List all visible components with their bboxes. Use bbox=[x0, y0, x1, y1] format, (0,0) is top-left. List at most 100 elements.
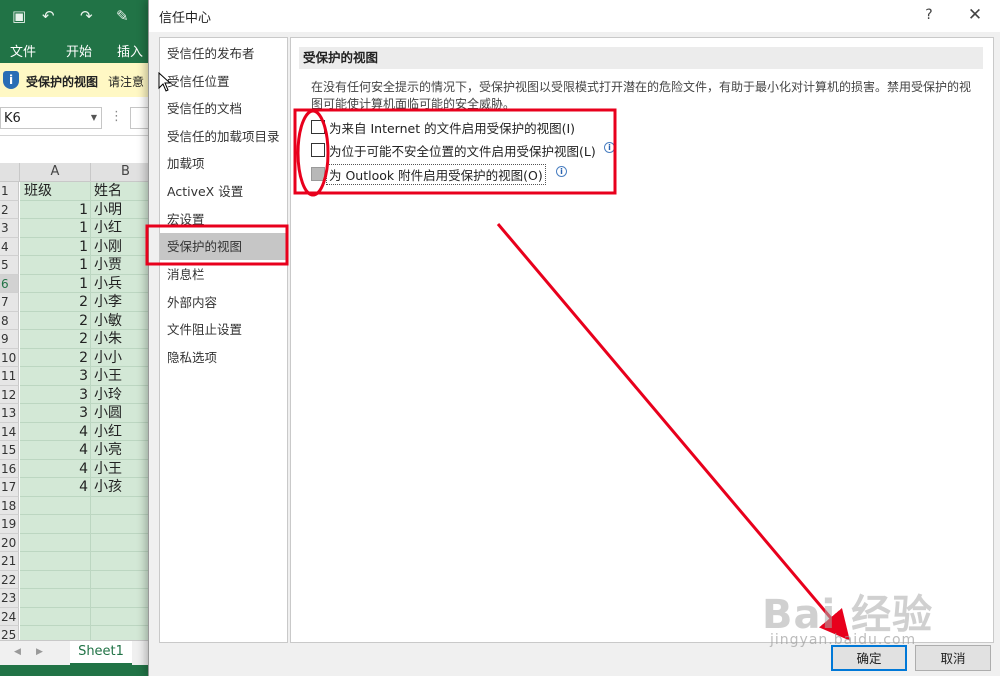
row-header[interactable]: 7 bbox=[0, 293, 19, 312]
cell-class[interactable]: 1 bbox=[20, 256, 91, 275]
row-header[interactable]: 15 bbox=[0, 441, 19, 460]
row-header[interactable]: 23 bbox=[0, 589, 19, 608]
cell-class[interactable]: 3 bbox=[20, 404, 91, 423]
row-header[interactable]: 21 bbox=[0, 552, 19, 571]
table-row: 24 bbox=[0, 607, 160, 626]
cancel-button[interactable]: 取消 bbox=[915, 645, 991, 671]
chevron-down-icon[interactable]: ▼ bbox=[91, 113, 97, 122]
sheet-tab-bar: ◀ ▶ Sheet1 bbox=[0, 640, 160, 665]
row-header[interactable]: 12 bbox=[0, 385, 19, 404]
row-header[interactable]: 2 bbox=[0, 200, 19, 219]
cell-class[interactable]: 2 bbox=[20, 348, 91, 367]
close-button[interactable]: ✕ bbox=[960, 2, 990, 28]
table-row: 13 3 小圆 bbox=[0, 404, 160, 423]
format-painter-icon[interactable]: ✎ bbox=[116, 6, 129, 26]
row-header[interactable]: 1 bbox=[0, 182, 19, 201]
section-title: 受保护的视图 bbox=[299, 47, 983, 69]
table-row: 18 bbox=[0, 496, 160, 515]
row-header[interactable]: 14 bbox=[0, 422, 19, 441]
nav-item-trusted-addin-catalogs[interactable]: 受信任的加载项目录 bbox=[160, 123, 287, 150]
nav-item-privacy-options[interactable]: 隐私选项 bbox=[160, 344, 287, 371]
cell-class[interactable]: 1 bbox=[20, 219, 91, 238]
cell-class[interactable]: 2 bbox=[20, 293, 91, 312]
watermark-url: jingyan.baidu.com bbox=[770, 632, 917, 648]
undo-icon[interactable]: ↶ bbox=[42, 6, 55, 26]
cell-class[interactable]: 4 bbox=[20, 441, 91, 460]
cell-class[interactable] bbox=[20, 496, 91, 515]
column-header-a[interactable]: A bbox=[20, 163, 91, 182]
cell-class[interactable] bbox=[20, 533, 91, 552]
internet-files-label[interactable]: 为来自 Internet 的文件启用受保护的视图(I) bbox=[329, 118, 575, 137]
row-header[interactable]: 10 bbox=[0, 348, 19, 367]
row-header[interactable]: 24 bbox=[0, 607, 19, 626]
nav-item-protected-view[interactable]: 受保护的视图 bbox=[160, 233, 287, 260]
dialog-titlebar: 信任中心 ? ✕ bbox=[149, 0, 1000, 32]
tab-home[interactable]: 开始 bbox=[66, 41, 92, 60]
nav-item-file-block-settings[interactable]: 文件阻止设置 bbox=[160, 316, 287, 343]
cell-class[interactable]: 4 bbox=[20, 478, 91, 497]
cell-class[interactable]: 2 bbox=[20, 330, 91, 349]
prev-sheet-icon[interactable]: ◀ bbox=[14, 647, 21, 657]
cell-class[interactable] bbox=[20, 515, 91, 534]
ok-button[interactable]: 确定 bbox=[831, 645, 907, 671]
nav-item-external-content[interactable]: 外部内容 bbox=[160, 289, 287, 316]
cell-class[interactable]: 1 bbox=[20, 200, 91, 219]
unsafe-locations-checkbox[interactable] bbox=[311, 143, 325, 157]
row-header[interactable]: 8 bbox=[0, 311, 19, 330]
cell-class[interactable] bbox=[20, 552, 91, 571]
nav-item-addins[interactable]: 加载项 bbox=[160, 150, 287, 177]
row-header[interactable]: 19 bbox=[0, 515, 19, 534]
row-header[interactable]: 18 bbox=[0, 496, 19, 515]
row-header[interactable]: 9 bbox=[0, 330, 19, 349]
row-header[interactable]: 13 bbox=[0, 404, 19, 423]
outlook-attachments-checkbox[interactable] bbox=[311, 167, 325, 181]
save-icon[interactable]: ▣ bbox=[12, 6, 26, 26]
row-header[interactable]: 16 bbox=[0, 459, 19, 478]
protected-view-panel: 受保护的视图 在没有任何安全提示的情况下，受保护视图以受限模式打开潜在的危险文件… bbox=[290, 37, 994, 643]
info-icon[interactable]: i bbox=[556, 166, 567, 177]
sheet-tab-sheet1[interactable]: Sheet1 bbox=[70, 641, 132, 665]
nav-item-trusted-publishers[interactable]: 受信任的发布者 bbox=[160, 40, 287, 67]
cell-class[interactable]: 1 bbox=[20, 237, 91, 256]
name-box-value: K6 bbox=[4, 111, 21, 126]
table-row: 19 bbox=[0, 515, 160, 534]
outlook-attachments-label[interactable]: 为 Outlook 附件启用受保护的视图(O) bbox=[326, 164, 546, 185]
row-header[interactable]: 22 bbox=[0, 570, 19, 589]
tab-file[interactable]: 文件 bbox=[10, 41, 36, 60]
cell-class[interactable]: 2 bbox=[20, 311, 91, 330]
table-row: 4 1 小刚 bbox=[0, 237, 160, 256]
nav-item-trusted-documents[interactable]: 受信任的文档 bbox=[160, 95, 287, 122]
table-row: 20 bbox=[0, 533, 160, 552]
nav-item-activex-settings[interactable]: ActiveX 设置 bbox=[160, 178, 287, 205]
name-box[interactable]: K6 ▼ bbox=[0, 107, 102, 129]
tab-insert[interactable]: 插入 bbox=[117, 41, 143, 60]
info-icon[interactable]: i bbox=[604, 142, 615, 153]
select-all-corner[interactable] bbox=[0, 163, 20, 182]
cell-class[interactable]: 班级 bbox=[20, 182, 91, 201]
cell-class[interactable]: 3 bbox=[20, 367, 91, 386]
cell-class[interactable] bbox=[20, 570, 91, 589]
table-row: 12 3 小玲 bbox=[0, 385, 160, 404]
nav-item-trusted-locations[interactable]: 受信任位置 bbox=[160, 68, 287, 95]
cell-class[interactable] bbox=[20, 589, 91, 608]
row-header[interactable]: 20 bbox=[0, 533, 19, 552]
help-button[interactable]: ? bbox=[917, 3, 941, 27]
unsafe-locations-label[interactable]: 为位于可能不安全位置的文件启用受保护视图(L) bbox=[329, 141, 596, 160]
internet-files-checkbox[interactable] bbox=[311, 120, 325, 134]
row-header[interactable]: 5 bbox=[0, 256, 19, 275]
cell-class[interactable]: 4 bbox=[20, 459, 91, 478]
row-header[interactable]: 4 bbox=[0, 237, 19, 256]
row-header[interactable]: 3 bbox=[0, 219, 19, 238]
cell-class[interactable]: 3 bbox=[20, 385, 91, 404]
nav-item-message-bar[interactable]: 消息栏 bbox=[160, 261, 287, 288]
nav-item-macro-settings[interactable]: 宏设置 bbox=[160, 206, 287, 233]
redo-icon[interactable]: ↷ bbox=[80, 6, 93, 26]
cell-class[interactable] bbox=[20, 607, 91, 626]
cell-class[interactable]: 1 bbox=[20, 274, 91, 293]
table-row: 8 2 小敏 bbox=[0, 311, 160, 330]
cell-class[interactable]: 4 bbox=[20, 422, 91, 441]
row-header[interactable]: 17 bbox=[0, 478, 19, 497]
row-header[interactable]: 6 bbox=[0, 274, 19, 293]
row-header[interactable]: 11 bbox=[0, 367, 19, 386]
next-sheet-icon[interactable]: ▶ bbox=[36, 647, 43, 657]
